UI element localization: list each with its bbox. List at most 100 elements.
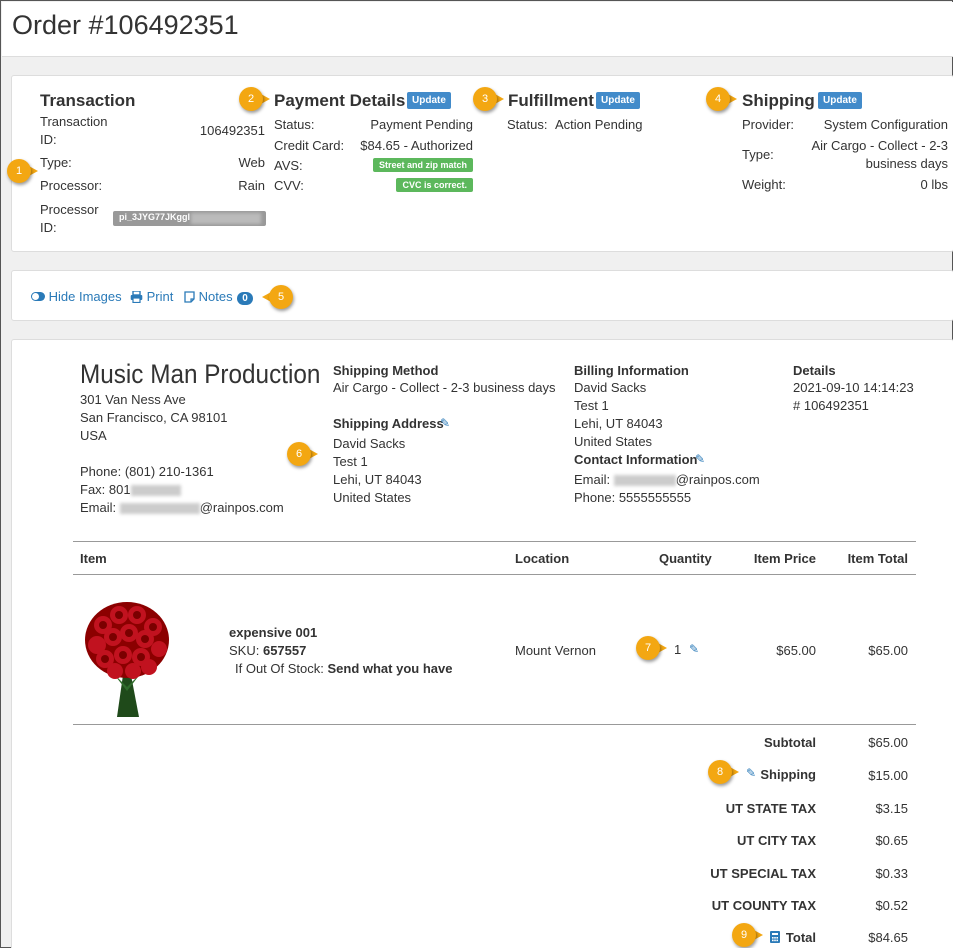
contact-email-label: Email: <box>574 472 614 487</box>
callout-9: 9 <box>732 923 766 947</box>
hide-images-button[interactable]: Hide Images <box>31 289 122 304</box>
shipping-update-button[interactable]: Update <box>818 92 862 109</box>
processor-id-label-2: ID: <box>40 220 57 235</box>
col-header-quantity: Quantity <box>659 551 712 566</box>
special-tax-value: $0.33 <box>875 866 908 881</box>
billing-city: Lehi, UT 84043 <box>574 416 663 431</box>
contact-phone: Phone: 5555555555 <box>574 490 692 505</box>
out-of-stock-instruction: If Out Of Stock: Send what you have <box>235 661 452 676</box>
fulfillment-status-label: Status: <box>507 117 548 132</box>
item-price: $65.00 <box>776 643 816 658</box>
toolbar-panel: Hide Images Print Notes 0 <box>11 270 953 321</box>
invoice-panel: Music Man Production 301 Van Ness Ave Sa… <box>11 339 953 948</box>
weight-label: Weight: <box>742 177 786 192</box>
transaction-title: Transaction <box>40 91 136 110</box>
notes-label: Notes <box>198 289 233 304</box>
cvv-badge: CVC is correct. <box>396 178 473 192</box>
transaction-type-label: Type: <box>40 155 72 170</box>
shipping-address-name: David Sacks <box>333 436 406 451</box>
contact-email-redacted <box>613 475 676 487</box>
store-fax-text: Fax: 801 <box>80 482 131 497</box>
sku-value: 657557 <box>262 643 307 658</box>
shipping-address-line1: Test 1 <box>333 454 368 469</box>
print-button[interactable]: Print <box>130 289 173 304</box>
toggle-icon <box>31 292 45 302</box>
total-label: Total <box>785 930 816 945</box>
billing-info-label: Billing Information <box>574 363 689 378</box>
shipping-type-label: Type: <box>742 147 774 162</box>
page-header: Order #106492351 <box>2 2 953 57</box>
callout-8: 8 <box>708 760 742 784</box>
product-image <box>83 595 171 717</box>
shipping-total-value: $15.00 <box>868 768 908 783</box>
col-header-item: Item <box>80 551 107 566</box>
details-order-number: # 106492351 <box>793 398 869 413</box>
transaction-id-label-2: ID: <box>40 132 57 147</box>
details-label: Details <box>793 363 836 378</box>
county-tax-value: $0.52 <box>875 898 908 913</box>
cvv-label: CVV: <box>274 178 304 193</box>
notes-button[interactable]: Notes 0 <box>184 289 253 305</box>
callout-6: 6 <box>287 442 321 466</box>
transaction-id-label: Transaction <box>40 114 108 129</box>
shipping-address-label: Shipping Address <box>333 416 444 431</box>
fulfillment-title: Fulfillment <box>508 91 594 110</box>
oos-label: If Out Of Stock: <box>235 661 328 676</box>
fulfillment-status-value: Action Pending <box>555 117 643 132</box>
callout-1: 1 <box>7 159 41 183</box>
credit-card-value: $84.65 - Authorized <box>360 138 473 153</box>
processor-value: Rain <box>238 178 265 193</box>
payment-status-label: Status: <box>274 117 315 132</box>
store-phone: Phone: (801) 210-1361 <box>80 464 214 479</box>
callout-7: 7 <box>636 636 670 660</box>
special-tax-label: UT SPECIAL TAX <box>710 866 816 881</box>
county-tax-label: UT COUNTY TAX <box>711 898 816 913</box>
page-title: Order #106492351 <box>12 10 239 40</box>
item-quantity: 1 <box>674 642 682 657</box>
store-email: Email: @rainpos.com <box>80 500 284 515</box>
edit-shipping-address-pencil-icon[interactable]: ✎ <box>440 416 450 430</box>
notes-count-badge: 0 <box>237 292 253 305</box>
calculator-icon[interactable] <box>770 931 780 946</box>
store-address-2: San Francisco, CA 98101 <box>80 410 228 425</box>
avs-label: AVS: <box>274 158 303 173</box>
details-date: 2021-09-10 14:14:23 <box>793 380 914 395</box>
contact-info-label: Contact Information <box>574 452 698 467</box>
state-tax-value: $3.15 <box>875 801 908 816</box>
edit-shipping-pencil-icon[interactable]: ✎ <box>746 766 756 780</box>
fulfillment-update-button[interactable]: Update <box>596 92 640 109</box>
item-total: $65.00 <box>868 643 908 658</box>
store-country: USA <box>80 428 107 443</box>
table-header-border <box>73 574 916 575</box>
item-location: Mount Vernon <box>515 643 596 658</box>
billing-name: David Sacks <box>574 380 647 395</box>
avs-badge: Street and zip match <box>372 158 473 172</box>
shipping-type-value-2: business days <box>865 156 948 171</box>
processor-label: Processor: <box>40 178 103 193</box>
payment-update-button[interactable]: Update <box>407 92 451 109</box>
shipping-total-label: Shipping <box>760 767 816 782</box>
processor-id-label: Processor <box>40 202 99 217</box>
billing-line1: Test 1 <box>574 398 609 413</box>
oos-value: Send what you have <box>327 661 453 676</box>
table-bottom-border <box>73 724 916 725</box>
callout-3: 3 <box>473 87 507 111</box>
provider-label: Provider: <box>742 117 795 132</box>
processor-id-value: pi_3JYG77JKggI <box>113 211 266 226</box>
transaction-type-value: Web <box>238 155 266 170</box>
edit-quantity-pencil-icon[interactable]: ✎ <box>689 642 699 656</box>
billing-country: United States <box>574 434 653 449</box>
store-address-1: 301 Van Ness Ave <box>80 392 186 407</box>
store-email-domain: @rainpos.com <box>199 500 284 515</box>
contact-email: Email: @rainpos.com <box>574 472 760 487</box>
payment-details-title: Payment Details <box>274 91 406 110</box>
subtotal-label: Subtotal <box>764 735 816 750</box>
total-value: $84.65 <box>868 930 908 945</box>
edit-contact-pencil-icon[interactable]: ✎ <box>695 452 705 466</box>
callout-4: 4 <box>706 87 740 111</box>
shipping-method-label: Shipping Method <box>333 363 439 378</box>
note-icon <box>184 289 199 304</box>
processor-id-redacted <box>191 213 261 224</box>
store-name: Music Man Production <box>80 359 321 389</box>
city-tax-label: UT CITY TAX <box>737 833 816 848</box>
